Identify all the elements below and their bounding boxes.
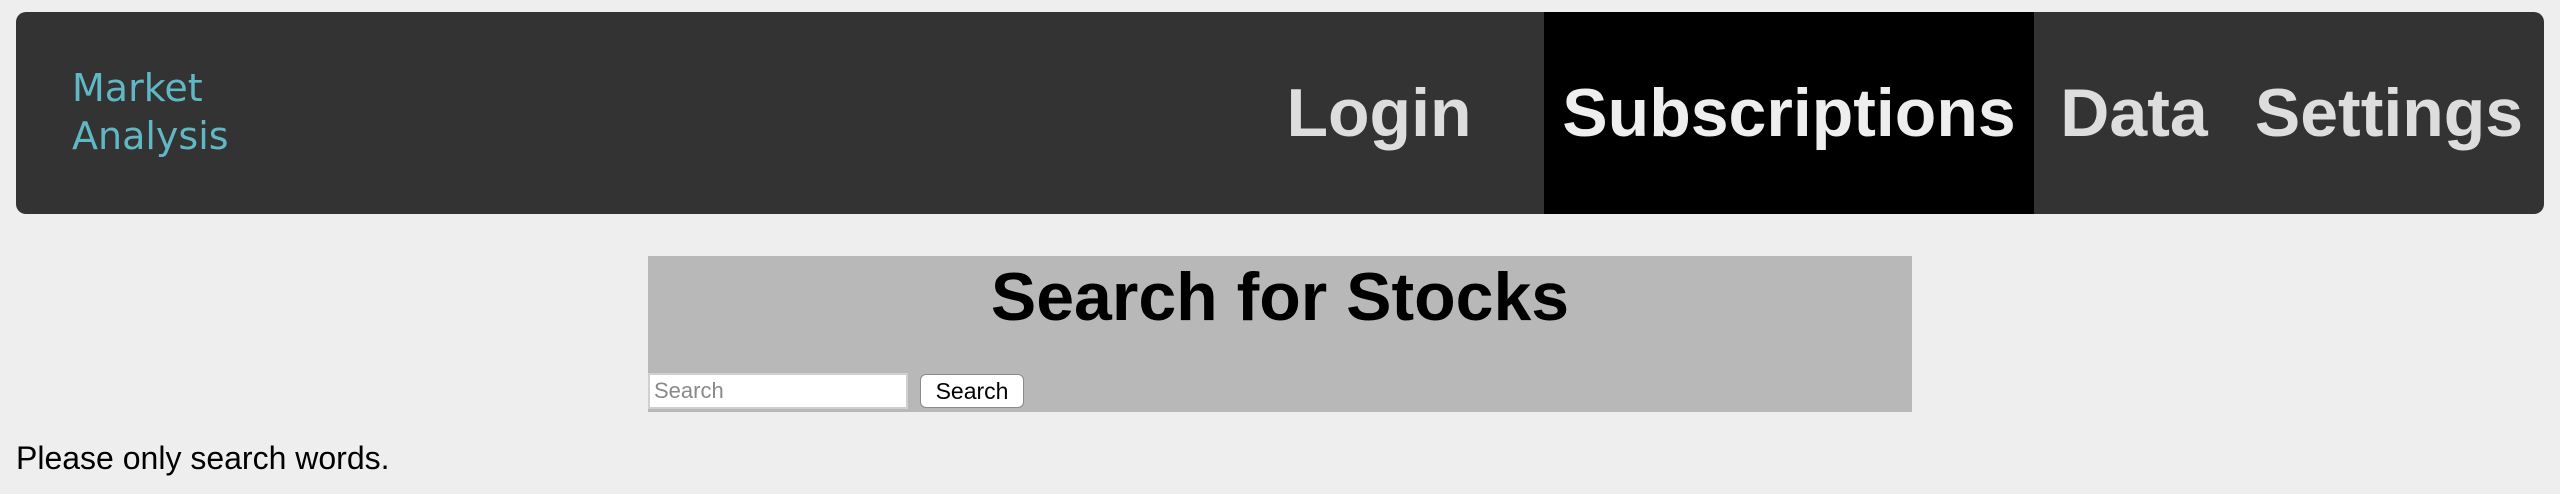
search-input[interactable]	[648, 373, 908, 409]
top-navbar: Market Analysis Login Subscriptions Data…	[16, 12, 2544, 214]
nav-item-login[interactable]: Login	[1214, 12, 1544, 214]
brand-line-1: Market	[72, 66, 203, 110]
brand-line-2: Analysis	[72, 114, 229, 158]
help-text: Please only search words.	[16, 440, 390, 476]
nav-menu: Login Subscriptions Data Settings	[1214, 12, 2544, 214]
nav-item-settings[interactable]: Settings	[2234, 12, 2544, 214]
nav-item-data[interactable]: Data	[2034, 12, 2234, 214]
nav-item-subscriptions[interactable]: Subscriptions	[1544, 12, 2034, 214]
brand-logo[interactable]: Market Analysis	[72, 64, 229, 160]
search-title: Search for Stocks	[990, 259, 1570, 335]
search-button[interactable]: Search	[920, 374, 1024, 408]
search-panel: Search for Stocks Search	[648, 256, 1912, 412]
